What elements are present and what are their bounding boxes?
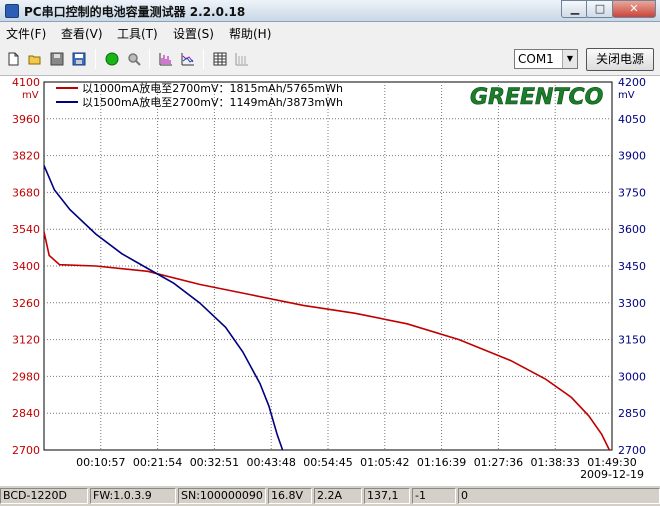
status-value: 137,1: [364, 488, 410, 504]
left-tick-label: 3400: [12, 260, 40, 273]
left-tick-label: 3960: [12, 113, 40, 126]
save-icon: [72, 52, 86, 66]
left-tick-label: 3120: [12, 334, 40, 347]
chevron-down-icon[interactable]: ▼: [562, 50, 577, 68]
status-serial: SN:100000090: [178, 488, 266, 504]
chart-line-icon: [181, 53, 194, 66]
discharge-chart: 4100 3960 3820 3680 3540 3400 3260 3120 2980 2840…: [12, 76, 646, 481]
table-button[interactable]: [209, 48, 229, 68]
right-tick-label: 3150: [618, 334, 646, 347]
left-tick-label: 3820: [12, 150, 40, 163]
grid-button[interactable]: [231, 48, 251, 68]
x-tick-label: 00:10:57: [76, 456, 125, 469]
left-tick-label: 3540: [12, 223, 40, 236]
com-port-select[interactable]: COM1 ▼: [514, 49, 578, 69]
right-tick-label: 4200: [618, 76, 646, 89]
x-tick-label: 01:05:42: [360, 456, 409, 469]
chart-bars-icon: [159, 53, 172, 66]
chart-area: 4100 3960 3820 3680 3540 3400 3260 3120 2980 2840…: [0, 76, 660, 486]
greentco-logo: GREENTCO: [470, 85, 603, 110]
x-tick-label: 01:27:36: [474, 456, 523, 469]
x-tick-label: 00:43:48: [246, 456, 295, 469]
right-unit-label: mV: [618, 90, 635, 101]
status-voltage: 16.8V: [268, 488, 312, 504]
com-port-value: COM1: [518, 52, 554, 66]
open-button[interactable]: [24, 48, 44, 68]
close-button[interactable]: ✕: [612, 0, 656, 18]
title-bar: PC串口控制的电池容量测试器 2.2.0.18 ▁ □ ✕: [0, 0, 660, 22]
toolbar-separator: [95, 49, 96, 69]
left-tick-label: 4100: [12, 76, 40, 89]
search-button[interactable]: [123, 48, 143, 68]
disk-button[interactable]: [46, 48, 66, 68]
status-firmware: FW:1.0.3.9: [90, 488, 176, 504]
minimize-button[interactable]: ▁: [561, 0, 589, 18]
new-file-icon: [8, 52, 19, 66]
x-tick-label: 01:16:39: [417, 456, 466, 469]
close-power-button[interactable]: 关闭电源: [586, 48, 654, 71]
date-label: 2009-12-19: [580, 468, 644, 481]
start-button[interactable]: [101, 48, 121, 68]
menu-bar: 文件(F) 查看(V) 工具(T) 设置(S) 帮助(H): [0, 22, 660, 42]
chart-line-button[interactable]: [177, 48, 197, 68]
search-icon: [128, 53, 141, 66]
menu-view[interactable]: 查看(V): [61, 25, 103, 42]
status-flag: -1: [412, 488, 456, 504]
toolbar-separator: [149, 49, 150, 69]
menu-settings[interactable]: 设置(S): [173, 25, 214, 42]
maximize-button[interactable]: □: [586, 0, 614, 18]
window-title: PC串口控制的电池容量测试器 2.2.0.18: [24, 5, 246, 19]
open-folder-icon: [28, 55, 41, 65]
left-tick-label: 3680: [12, 186, 40, 199]
chart-bars-button[interactable]: [155, 48, 175, 68]
right-tick-label: 3900: [618, 150, 646, 163]
left-tick-label: 3260: [12, 297, 40, 310]
status-current: 2.2A: [314, 488, 362, 504]
right-tick-label: 3300: [618, 297, 646, 310]
x-tick-label: 00:21:54: [133, 456, 182, 469]
status-extra: 0: [458, 488, 660, 504]
right-tick-label: 3600: [618, 223, 646, 236]
table-icon: [213, 52, 227, 66]
legend-label-1: 以1000mA放电至2700mV：1815mAh/5765mWh: [82, 81, 343, 95]
x-tick-label: 01:38:33: [530, 456, 579, 469]
left-unit-label: mV: [22, 90, 39, 101]
menu-file[interactable]: 文件(F): [6, 25, 46, 42]
status-model: BCD-1220D: [0, 488, 88, 504]
left-tick-label: 2980: [12, 370, 40, 383]
disk-icon: [50, 52, 64, 66]
right-tick-label: 3450: [618, 260, 646, 273]
left-tick-label: 2840: [12, 407, 40, 420]
left-tick-label: 2700: [12, 444, 40, 457]
save-button[interactable]: [68, 48, 88, 68]
menu-tools[interactable]: 工具(T): [117, 25, 158, 42]
new-button[interactable]: [2, 48, 22, 68]
status-bar: BCD-1220D FW:1.0.3.9 SN:100000090 16.8V …: [0, 486, 660, 506]
grid-icon: [235, 53, 248, 66]
toolbar-separator: [203, 49, 204, 69]
right-tick-label: 2850: [618, 407, 646, 420]
menu-help[interactable]: 帮助(H): [229, 25, 271, 42]
x-tick-label: 00:54:45: [303, 456, 352, 469]
right-tick-label: 3750: [618, 186, 646, 199]
right-tick-label: 3000: [618, 370, 646, 383]
app-icon: [5, 4, 19, 18]
x-tick-label: 00:32:51: [190, 456, 239, 469]
legend-label-2: 以1500mA放电至2700mV：1149mAh/3873mWh: [82, 95, 343, 109]
start-green-icon: [105, 52, 119, 66]
right-tick-label: 4050: [618, 113, 646, 126]
